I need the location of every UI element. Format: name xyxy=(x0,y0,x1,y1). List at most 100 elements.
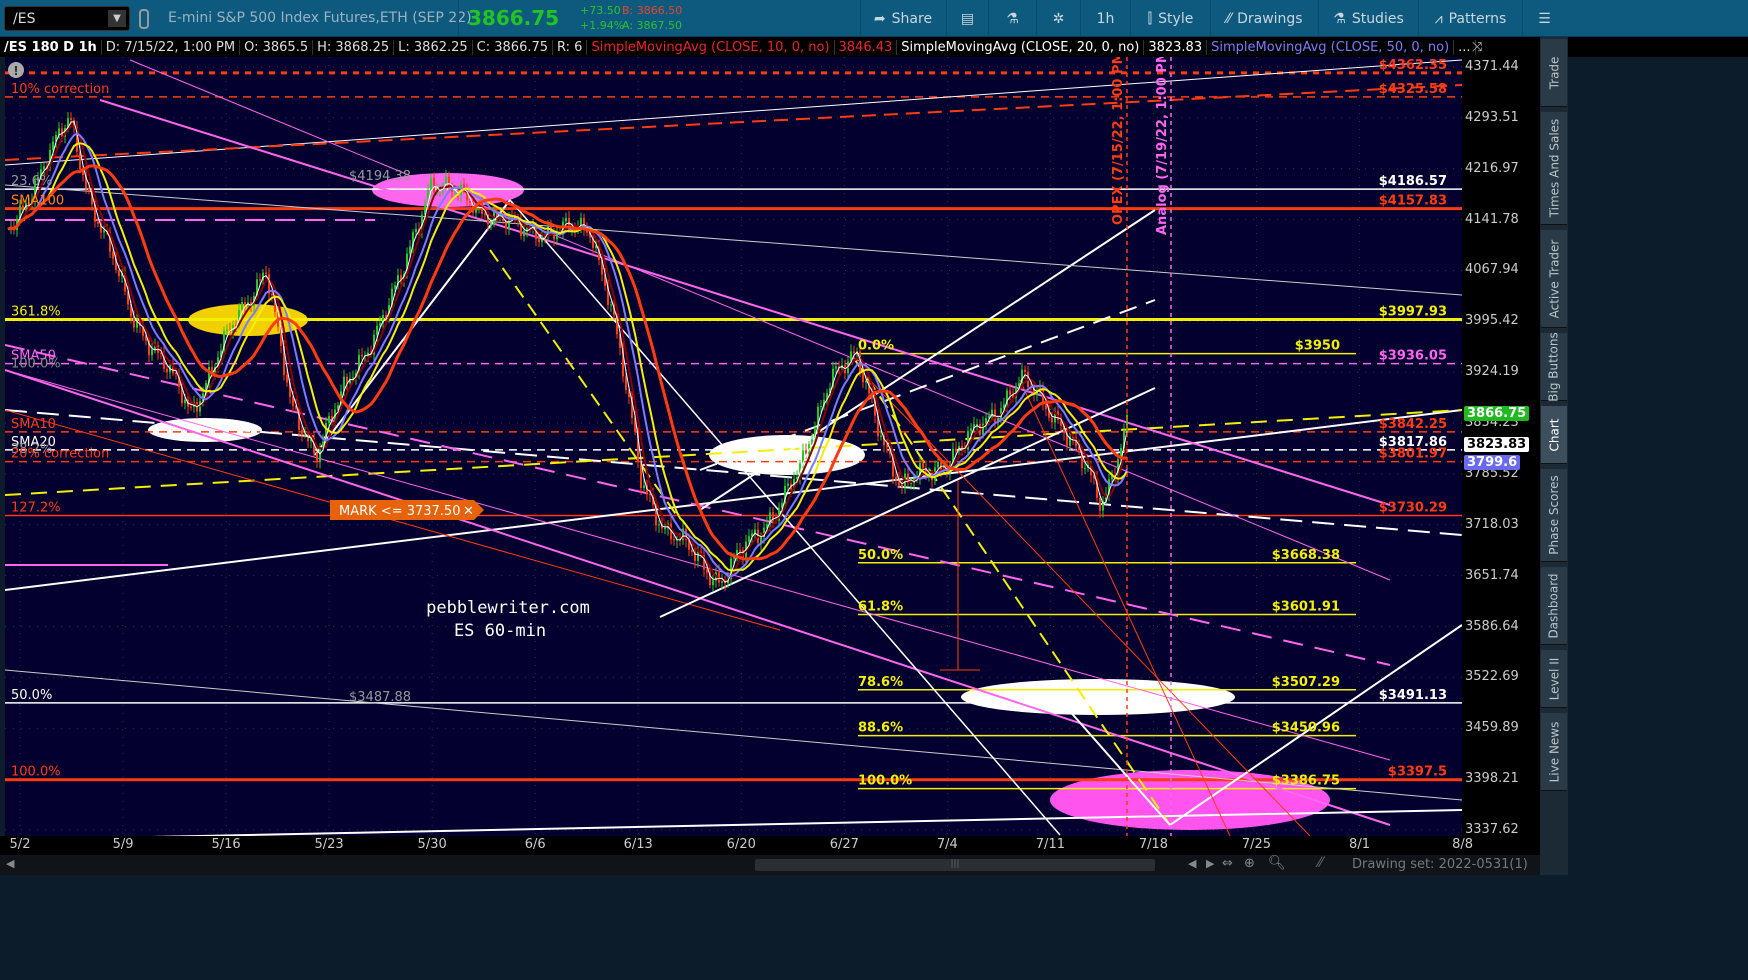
collapse-icon[interactable]: ⤨ xyxy=(1468,40,1486,55)
price-badge: 3823.83 xyxy=(1464,437,1530,453)
candle-body xyxy=(88,188,90,191)
drawing-icon[interactable]: ⁄⁄ xyxy=(1318,855,1323,871)
date-tick: 5/2 xyxy=(9,837,31,852)
sidebar-tab-label: Chart xyxy=(1547,418,1562,451)
candle-body xyxy=(166,368,168,373)
sidebar-tab-label: Live News xyxy=(1547,721,1561,782)
fib-percent-label: 100.0% xyxy=(858,774,912,789)
candle-body xyxy=(301,429,303,436)
date-tick: 6/13 xyxy=(623,837,653,852)
candle-body xyxy=(664,528,666,530)
candle-body xyxy=(70,118,72,121)
price-chart[interactable]: $4362.35 $4325.58 $4186.57 $4157.83 $3997.93… xyxy=(0,0,1462,836)
mark-order-tag[interactable]: MARK <= 3737.50 ✕ xyxy=(330,500,484,520)
price-tick: 3398.21 xyxy=(1465,771,1519,787)
sidebar-tab-level-ii[interactable]: Level II xyxy=(1541,650,1567,708)
price-badge: 3799.6 xyxy=(1464,455,1521,471)
price-level-label: $3491.13 xyxy=(1379,688,1447,703)
candle-body xyxy=(226,329,228,331)
date-tick: 5/23 xyxy=(314,837,344,852)
fib-price-label: $3950 xyxy=(1295,339,1340,354)
candle-body xyxy=(433,177,435,193)
scroll-left-icon[interactable]: ◀ xyxy=(6,857,14,870)
date-axis[interactable]: 5/2 5/9 5/16 5/23 5/30 6/6 6/13 6/20 6/27 7/4 7/11… xyxy=(0,836,1540,855)
fib-percent-label: 0.0% xyxy=(858,339,894,354)
sidebar-tab-big-buttons[interactable]: Big Buttons xyxy=(1541,331,1567,402)
candle-body xyxy=(505,221,507,229)
candle-body xyxy=(103,230,105,233)
price-tick: 4141.78 xyxy=(1465,211,1519,227)
price-tick: 4067.94 xyxy=(1465,262,1519,278)
price-tick: 4293.51 xyxy=(1465,109,1519,125)
sidebar-tab-active-trader[interactable]: Active Trader xyxy=(1541,230,1567,328)
menu-button[interactable]: ☰ xyxy=(1522,0,1566,37)
low-price-label: $3487.88 xyxy=(349,690,411,705)
price-level-label: $3801.97 xyxy=(1379,447,1447,462)
candle-body xyxy=(886,444,888,448)
candle-body xyxy=(241,302,243,310)
candle-body xyxy=(862,372,864,383)
zoom-icon[interactable]: 🔍︎ xyxy=(1268,855,1286,871)
left-level-label: 10% correction xyxy=(11,82,109,97)
date-tick: 8/8 xyxy=(1452,837,1474,852)
candle-body xyxy=(853,351,855,354)
candle-body xyxy=(484,213,486,215)
date-tick: 6/20 xyxy=(726,837,756,852)
candle-body xyxy=(976,423,978,425)
scrollbar-thumb[interactable]: ||| xyxy=(755,859,1155,871)
price-tick: 3586.64 xyxy=(1465,618,1519,634)
sidebar-tab-dashboard[interactable]: Dashboard xyxy=(1541,567,1567,645)
candle-body xyxy=(895,476,897,480)
candle-body xyxy=(271,293,273,296)
fib-price-label: $3507.29 xyxy=(1272,675,1340,690)
sidebar-tab-phase-scores[interactable]: Phase Scores xyxy=(1541,469,1567,562)
fib-percent-label: 78.6% xyxy=(858,675,903,690)
candle-body xyxy=(643,485,645,489)
mark-order-label: MARK <= 3737.50 xyxy=(339,504,460,519)
candle-body xyxy=(673,539,675,541)
fib-price-label: $3386.75 xyxy=(1272,774,1340,789)
sidebar-tab-label: Big Buttons xyxy=(1547,331,1562,402)
candle-body xyxy=(190,406,192,408)
price-level-label: $3397.5 xyxy=(1388,765,1447,780)
price-tick: 3995.42 xyxy=(1465,313,1519,329)
alert-icon-glyph: ! xyxy=(13,64,18,78)
date-tick: 7/18 xyxy=(1138,837,1169,852)
horizontal-scrollbar[interactable]: ◀ ||| ◀ ▶ ⇔ ⊕ 🔍︎ ⁄⁄ Drawing set: 2022-05… xyxy=(0,855,1540,875)
candle-body xyxy=(610,304,612,306)
candle-body xyxy=(112,251,114,259)
price-level-label: $4362.35 xyxy=(1379,58,1447,73)
candle-body xyxy=(985,418,987,424)
sidebar-tab-times-and-sales[interactable]: Times And Sales xyxy=(1541,112,1567,225)
candle-body xyxy=(748,536,750,542)
candle-body xyxy=(649,494,651,496)
analog-label: Analog (7/19/22, 1:00 PM) xyxy=(1155,44,1170,235)
price-axis[interactable]: 4371.44 4293.51 4216.97 4141.78 4067.94 3995.… xyxy=(1462,57,1540,837)
candle-body xyxy=(265,272,267,275)
price-level-label: $4186.57 xyxy=(1379,174,1447,189)
candle-body xyxy=(1045,403,1047,410)
fib-price-label: $3668.38 xyxy=(1272,548,1340,563)
crosshair-icon[interactable]: ⊕ xyxy=(1244,856,1255,871)
date-tick: 5/30 xyxy=(417,837,447,852)
price-tick: 3718.03 xyxy=(1465,516,1519,532)
sidebar-tab-trade[interactable]: Trade xyxy=(1541,39,1567,107)
price-tick: 3459.89 xyxy=(1465,720,1519,736)
left-level-label: 361.8% xyxy=(11,305,61,320)
drawing-set-label[interactable]: Drawing set: 2022-0531(1) xyxy=(1352,857,1528,872)
price-tick: 3337.62 xyxy=(1465,822,1519,837)
left-level-label: SMA200 xyxy=(11,43,64,58)
sidebar-tab-live-news[interactable]: Live News xyxy=(1541,713,1567,791)
candle-body xyxy=(394,285,396,289)
candle-body xyxy=(151,349,153,356)
right-sidebar: Trade Times And Sales Active Trader Big But… xyxy=(1540,37,1568,880)
close-icon[interactable]: ✕ xyxy=(463,504,474,519)
scroll-right-icon[interactable]: ▶ xyxy=(1206,857,1214,870)
scroll-left-icon[interactable]: ◀ xyxy=(1188,857,1196,870)
expand-icon[interactable]: ⇔ xyxy=(1222,856,1233,871)
candle-body xyxy=(1024,369,1026,372)
left-level-label: 100.0% xyxy=(11,357,61,372)
sidebar-tab-chart[interactable]: Chart xyxy=(1541,406,1567,464)
sidebar-tab-label: Level II xyxy=(1547,657,1562,700)
fib-price-label: $3450.96 xyxy=(1272,721,1340,736)
